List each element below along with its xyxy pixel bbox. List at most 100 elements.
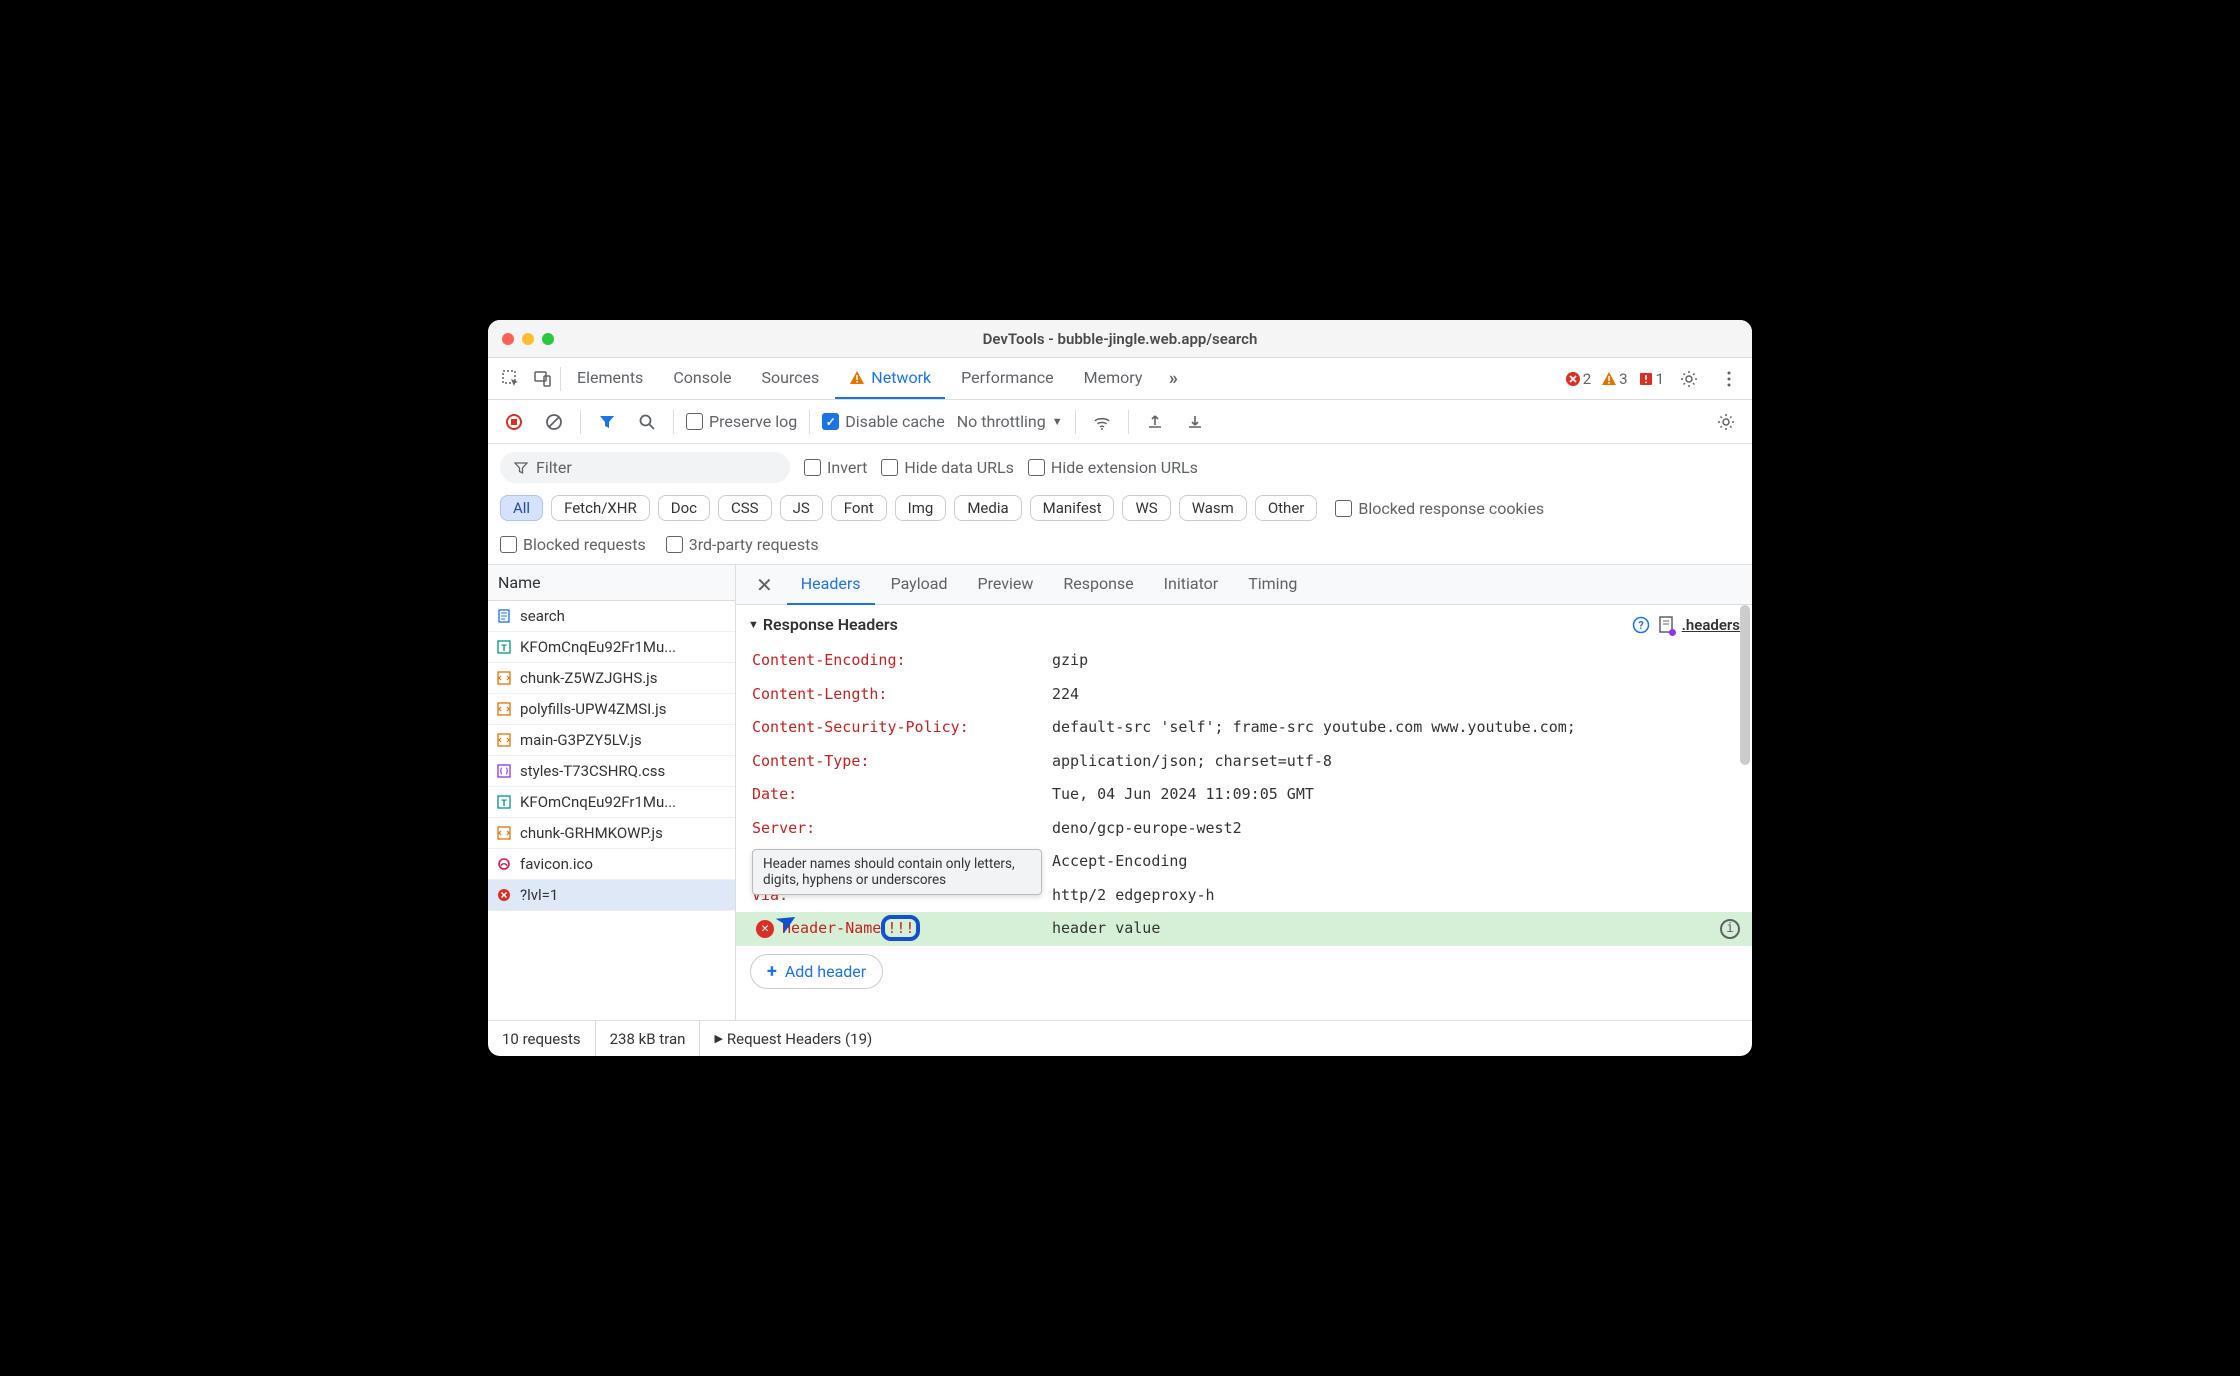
info-icon[interactable]: i <box>1720 919 1740 939</box>
throttling-select[interactable]: No throttling ▼ <box>957 412 1063 431</box>
chip-fetch-xhr[interactable]: Fetch/XHR <box>551 495 650 521</box>
request-row[interactable]: chunk-GRHMKOWP.js <box>488 818 735 849</box>
tab-payload[interactable]: Payload <box>877 565 962 605</box>
request-headers-section[interactable]: ▶ Request Headers (19) <box>700 1021 1752 1056</box>
request-row[interactable]: favicon.ico <box>488 849 735 880</box>
inspect-icon[interactable] <box>496 364 526 394</box>
tab-timing[interactable]: Timing <box>1234 565 1311 605</box>
sidebar-header: Name <box>488 565 735 601</box>
chip-css[interactable]: CSS <box>718 495 772 521</box>
divider <box>580 410 581 434</box>
document-icon <box>496 608 512 624</box>
chip-media[interactable]: Media <box>954 495 1021 521</box>
chip-font[interactable]: Font <box>831 495 887 521</box>
help-icon[interactable]: ? <box>1632 616 1650 634</box>
filter-icon[interactable] <box>593 408 621 436</box>
chip-js[interactable]: JS <box>780 495 823 521</box>
third-party-checkbox[interactable]: 3rd-party requests <box>666 535 819 554</box>
stylesheet-icon <box>496 763 512 779</box>
filter-funnel-icon <box>514 461 528 475</box>
network-settings-icon[interactable] <box>1712 408 1740 436</box>
hide-extension-urls-checkbox[interactable]: Hide extension URLs <box>1028 458 1198 477</box>
hide-data-urls-checkbox[interactable]: Hide data URLs <box>881 458 1014 477</box>
chevron-down-icon: ▼ <box>1052 415 1063 428</box>
add-header-button[interactable]: + Add header <box>750 954 883 989</box>
request-row[interactable]: ?lvl=1 <box>488 880 735 911</box>
device-toggle-icon[interactable] <box>528 364 558 394</box>
svg-text:T: T <box>501 799 507 809</box>
invert-checkbox[interactable]: Invert <box>804 458 867 477</box>
invalid-chars-highlight: !!! <box>881 915 920 941</box>
divider <box>1075 410 1076 434</box>
tab-elements[interactable]: Elements <box>563 358 657 399</box>
override-file-icon[interactable] <box>1658 616 1674 634</box>
request-row[interactable]: TKFOmCnqEu92Fr1Mu... <box>488 632 735 663</box>
devtools-window: DevTools - bubble-jingle.web.app/search … <box>488 320 1752 1056</box>
disable-cache-checkbox[interactable]: Disable cache <box>822 412 944 431</box>
tab-initiator[interactable]: Initiator <box>1150 565 1233 605</box>
checkbox-icon <box>1028 459 1045 476</box>
tab-response[interactable]: Response <box>1049 565 1147 605</box>
remove-header-icon[interactable]: ✕ <box>756 920 774 938</box>
request-row[interactable]: styles-T73CSHRQ.css <box>488 756 735 787</box>
response-headers-section[interactable]: ▼ Response Headers ? .headers <box>736 605 1752 644</box>
chip-doc[interactable]: Doc <box>658 495 710 521</box>
headers-file-link[interactable]: .headers <box>1682 616 1740 634</box>
header-row: Content-Security-Policy:default-src 'sel… <box>736 711 1752 745</box>
issues-badge[interactable]: 1 <box>1638 370 1664 388</box>
filter-input[interactable]: Filter <box>500 452 790 483</box>
main-content: Name search TKFOmCnqEu92Fr1Mu... chunk-Z… <box>488 565 1752 1020</box>
tab-headers[interactable]: Headers <box>787 565 875 605</box>
preserve-log-checkbox[interactable]: Preserve log <box>686 412 797 431</box>
svg-text:T: T <box>501 644 507 654</box>
chip-other[interactable]: Other <box>1255 495 1318 521</box>
script-icon <box>496 825 512 841</box>
plus-icon: + <box>767 961 777 982</box>
header-row: Server:deno/gcp-europe-west2 <box>736 812 1752 846</box>
upload-icon[interactable] <box>1141 408 1169 436</box>
download-icon[interactable] <box>1181 408 1209 436</box>
scrollbar[interactable] <box>1740 605 1750 765</box>
blocked-cookies-checkbox[interactable]: Blocked response cookies <box>1335 499 1544 518</box>
request-row[interactable]: search <box>488 601 735 632</box>
request-row[interactable]: main-G3PZY5LV.js <box>488 725 735 756</box>
header-value-editable[interactable]: header value <box>1052 916 1160 942</box>
blocked-requests-checkbox[interactable]: Blocked requests <box>500 535 646 554</box>
script-icon <box>496 701 512 717</box>
tab-memory[interactable]: Memory <box>1070 358 1157 399</box>
request-row[interactable]: polyfills-UPW4ZMSI.js <box>488 694 735 725</box>
chip-wasm[interactable]: Wasm <box>1179 495 1247 521</box>
window-title: DevTools - bubble-jingle.web.app/search <box>488 330 1752 348</box>
font-icon: T <box>496 794 512 810</box>
more-tabs-icon[interactable]: » <box>1158 364 1188 394</box>
warnings-badge[interactable]: 3 <box>1601 370 1627 388</box>
chip-img[interactable]: Img <box>895 495 947 521</box>
tab-sources[interactable]: Sources <box>747 358 833 399</box>
divider <box>673 410 674 434</box>
tab-console[interactable]: Console <box>659 358 745 399</box>
request-list: search TKFOmCnqEu92Fr1Mu... chunk-Z5WZJG… <box>488 601 735 1020</box>
record-button[interactable] <box>500 408 528 436</box>
tab-performance[interactable]: Performance <box>947 358 1068 399</box>
close-details-button[interactable]: ✕ <box>744 573 785 597</box>
added-header-row[interactable]: ✕ Header-Name!!! header value i <box>736 912 1752 946</box>
chip-manifest[interactable]: Manifest <box>1030 495 1115 521</box>
checkbox-icon <box>822 413 839 430</box>
header-row: Content-Length:224 <box>736 678 1752 712</box>
kebab-menu-icon[interactable] <box>1714 364 1744 394</box>
error-icon <box>496 887 512 903</box>
tab-network[interactable]: Network <box>835 358 945 399</box>
request-row[interactable]: chunk-Z5WZJGHS.js <box>488 663 735 694</box>
search-icon[interactable] <box>633 408 661 436</box>
request-row[interactable]: TKFOmCnqEu92Fr1Mu... <box>488 787 735 818</box>
checkbox-icon <box>804 459 821 476</box>
tab-preview[interactable]: Preview <box>963 565 1047 605</box>
image-icon <box>496 856 512 872</box>
divider <box>560 367 561 391</box>
chip-ws[interactable]: WS <box>1122 495 1170 521</box>
chip-all[interactable]: All <box>500 495 543 521</box>
errors-badge[interactable]: 2 <box>1565 370 1591 388</box>
network-conditions-icon[interactable] <box>1088 408 1116 436</box>
settings-icon[interactable] <box>1674 364 1704 394</box>
clear-button[interactable] <box>540 408 568 436</box>
